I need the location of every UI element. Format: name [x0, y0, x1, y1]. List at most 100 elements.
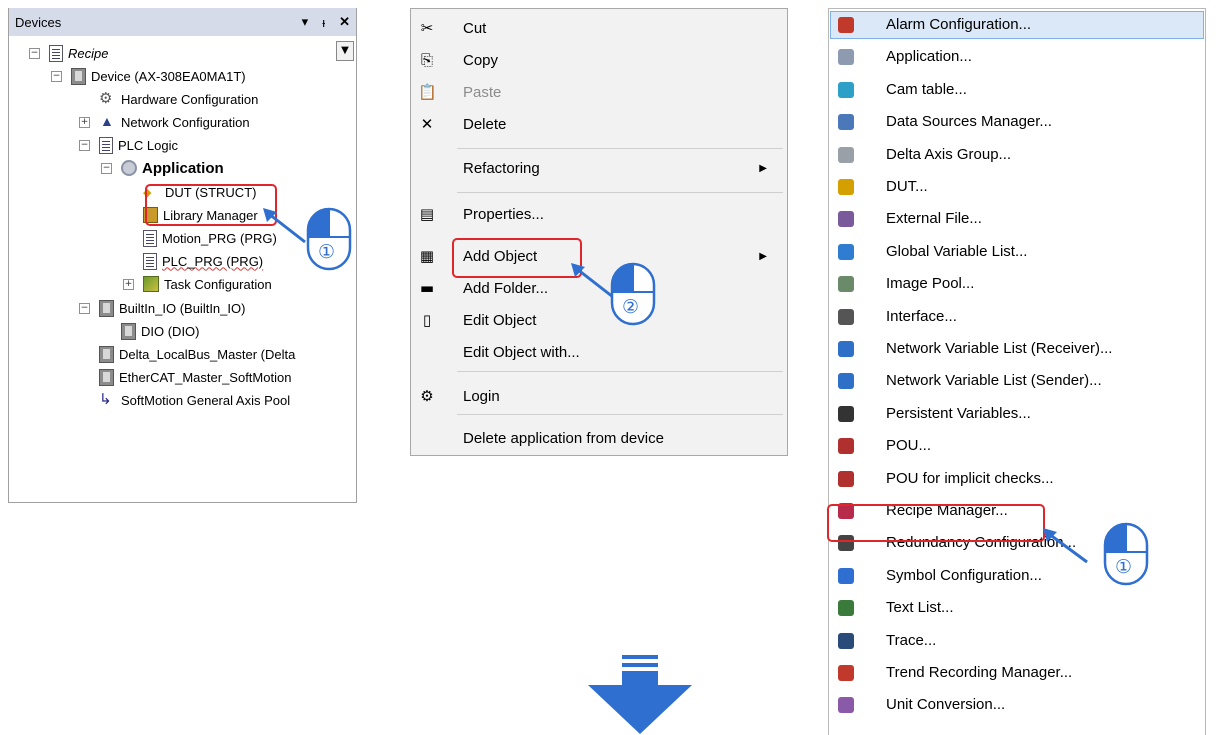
tree-collapse-icon[interactable]: −: [79, 140, 90, 151]
object-menu-item[interactable]: Persistent Variables...: [829, 399, 1205, 428]
tree-node-label: EtherCAT_Master_SoftMotion: [119, 369, 292, 385]
menu-item[interactable]: Edit Object with...: [411, 337, 787, 367]
menu-separator: [457, 192, 783, 193]
tree-node-label: SoftMotion General Axis Pool: [121, 392, 291, 408]
object-menu-item[interactable]: Application...: [829, 42, 1205, 71]
menu-item-label: Delete: [463, 115, 507, 133]
global-variable-icon: [838, 243, 854, 260]
tree-node[interactable]: EtherCAT_Master_SoftMotion: [99, 366, 291, 388]
submenu-arrow-icon: ▶: [759, 250, 767, 262]
step-number: ①: [318, 241, 336, 263]
object-menu-item[interactable]: Image Pool...: [829, 269, 1205, 298]
close-icon[interactable]: ✕: [339, 14, 350, 30]
tree-node[interactable]: PLC_PRG (PRG): [143, 250, 263, 272]
tree-collapse-icon[interactable]: −: [29, 48, 40, 59]
tree-node[interactable]: SoftMotion General Axis Pool: [99, 389, 290, 411]
menu-item[interactable]: ▤ Properties...: [411, 199, 787, 229]
menu-item-label: Add Folder...: [463, 279, 549, 297]
tree-node[interactable]: Recipe: [49, 42, 108, 64]
object-menu-item-label: Image Pool...: [886, 275, 975, 293]
nvl-receiver-icon: [838, 341, 854, 357]
tree-node-label: BuiltIn_IO (BuiltIn_IO): [119, 300, 246, 316]
tree-node[interactable]: Task Configuration: [143, 273, 272, 295]
tree-expand-icon[interactable]: +: [79, 117, 90, 128]
tree-node[interactable]: DIO (DIO): [121, 320, 200, 342]
menu-item-label: Paste: [463, 83, 502, 101]
tree-node[interactable]: Network Configuration: [99, 111, 250, 133]
menu-item[interactable]: ✕ Delete: [411, 109, 787, 139]
tree-node[interactable]: Delta_LocalBus_Master (Delta: [99, 343, 295, 365]
tree-node-label: Network Configuration: [121, 114, 250, 130]
text-list-icon: [838, 600, 854, 617]
submenu-arrow-icon: ▶: [759, 162, 767, 174]
tree-node-label: PLC Logic: [118, 137, 178, 153]
object-menu-item[interactable]: DUT...: [829, 172, 1205, 201]
menu-separator: [457, 148, 783, 149]
object-menu-item[interactable]: Data Sources Manager...: [829, 107, 1205, 136]
paste-icon: 📋: [418, 83, 437, 101]
menu-item[interactable]: ⎘ Copy: [411, 45, 787, 75]
unit-conversion-icon: [838, 697, 854, 714]
object-menu-item-label: Text List...: [886, 599, 954, 617]
step-number: ①: [1115, 556, 1133, 578]
object-menu-item-label: Symbol Configuration...: [886, 566, 1042, 584]
menu-item-label: Login: [463, 387, 500, 405]
object-menu-item[interactable]: Network Variable List (Sender)...: [829, 366, 1205, 395]
dut-icon: [838, 179, 854, 195]
menu-item-label: Cut: [463, 19, 487, 37]
device-icon: [121, 322, 136, 340]
object-menu-item-label: Persistent Variables...: [886, 404, 1031, 422]
mouse-step-badge: ②: [610, 262, 656, 326]
menu-item[interactable]: ✂ Cut: [411, 13, 787, 43]
object-menu-item[interactable]: Delta Axis Group...: [829, 140, 1205, 169]
program-icon: [143, 229, 157, 247]
pin-icon[interactable]: ᵼ: [322, 15, 325, 30]
object-menu-item-label: Interface...: [886, 307, 957, 325]
menu-item[interactable]: ▯ Edit Object: [411, 305, 787, 335]
menu-item[interactable]: Delete application from device: [411, 423, 787, 453]
device-icon: [99, 299, 114, 317]
tree-node[interactable]: Application: [121, 157, 224, 179]
object-menu-item[interactable]: POU...: [829, 431, 1205, 460]
tree-expand-icon[interactable]: +: [123, 279, 134, 290]
chevron-down-icon[interactable]: ▼: [336, 41, 354, 61]
object-menu-item-label: Global Variable List...: [886, 242, 1028, 260]
tree-node[interactable]: Device (AX-308EA0MA1T): [71, 65, 246, 87]
alarm-configuration-icon: [838, 17, 854, 33]
add-folder-icon: ▬: [419, 279, 435, 297]
object-menu-item[interactable]: Trend Recording Manager...: [829, 658, 1205, 687]
dropdown-icon[interactable]: ▾: [302, 14, 309, 30]
symbol-config-icon: [838, 567, 854, 584]
object-menu-item[interactable]: Unit Conversion...: [829, 690, 1205, 719]
object-menu-item[interactable]: Cam table...: [829, 75, 1205, 104]
object-menu-item[interactable]: Network Variable List (Receiver)...: [829, 334, 1205, 363]
menu-item[interactable]: 📋 Paste: [411, 77, 787, 107]
tree-node[interactable]: Hardware Configuration: [99, 88, 258, 110]
edit-object-icon: ▯: [422, 311, 432, 329]
tree-collapse-icon[interactable]: −: [79, 303, 90, 314]
axis-pool-icon: [99, 390, 116, 409]
object-menu-item[interactable]: Global Variable List...: [829, 237, 1205, 266]
object-menu-item[interactable]: POU for implicit checks...: [829, 464, 1205, 493]
object-menu-item[interactable]: External File...: [829, 204, 1205, 233]
menu-item[interactable]: Refactoring ▶: [411, 153, 787, 183]
object-menu-item[interactable]: Text List...: [829, 593, 1205, 622]
tree-collapse-icon[interactable]: −: [51, 71, 62, 82]
menu-item-label: Refactoring: [463, 159, 540, 177]
tree-node-label: Device (AX-308EA0MA1T): [91, 68, 246, 84]
tree-node-label: DIO (DIO): [141, 323, 200, 339]
object-menu-item-label: Data Sources Manager...: [886, 113, 1052, 131]
tree-collapse-icon[interactable]: −: [101, 163, 112, 174]
object-menu-item[interactable]: Trace...: [829, 626, 1205, 655]
menu-item[interactable]: ⚙ Login: [411, 381, 787, 411]
object-menu-item[interactable]: Alarm Configuration...: [829, 10, 1205, 39]
object-menu-item-label: Application...: [886, 48, 972, 66]
tree-node[interactable]: BuiltIn_IO (BuiltIn_IO): [99, 297, 245, 319]
object-menu-item[interactable]: Interface...: [829, 302, 1205, 331]
tree-node[interactable]: PLC Logic: [99, 134, 178, 156]
data-sources-icon: [838, 114, 854, 131]
menu-separator: [457, 371, 783, 372]
interface-icon: [838, 308, 854, 325]
device-icon: [71, 67, 86, 85]
login-icon: ⚙: [420, 387, 434, 405]
